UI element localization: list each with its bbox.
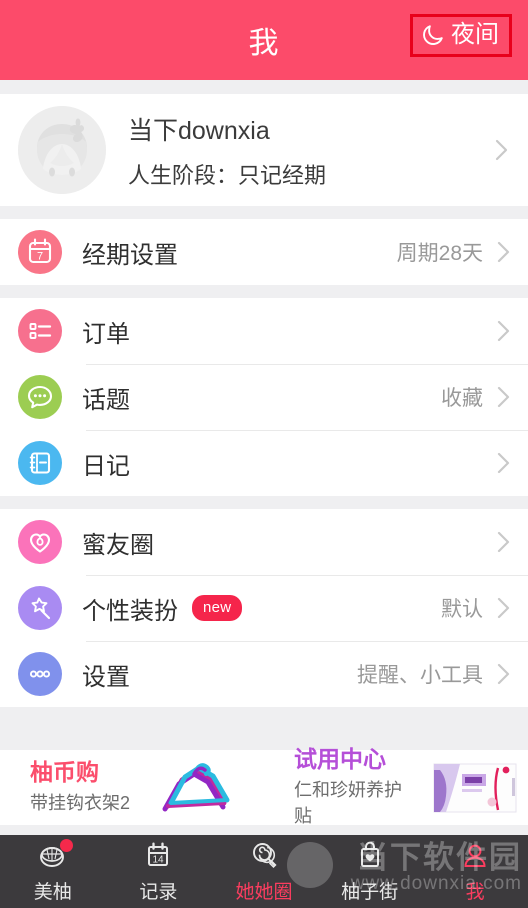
section-gap <box>0 80 528 94</box>
chevron-right-icon <box>497 452 510 474</box>
lollipop-icon <box>247 840 281 872</box>
row-label: 经期设置 <box>82 241 178 269</box>
row-friends-circle[interactable]: 蜜友圈 <box>0 509 528 575</box>
row-label: 话题 <box>82 386 130 414</box>
chevron-right-icon <box>495 139 508 161</box>
row-orders[interactable]: 订单 <box>0 298 528 364</box>
order-list-icon <box>18 309 62 353</box>
row-period-settings[interactable]: 7 经期设置 周期28天 <box>0 219 528 285</box>
row-label: 订单 <box>82 320 130 348</box>
section-gap <box>0 707 528 720</box>
tab-label: 记录 <box>139 881 178 903</box>
promo-title: 试用中心 <box>294 745 386 772</box>
night-mode-label: 夜间 <box>451 21 499 48</box>
chevron-right-icon <box>497 531 510 553</box>
svg-text:14: 14 <box>153 854 165 865</box>
promo-banner-area: 柚币购 带挂钩衣架2 试用中心 仁和珍妍养护贴 <box>0 745 528 828</box>
status-badge: new <box>192 595 243 621</box>
chevron-right-icon <box>497 386 510 408</box>
chat-bubble-icon <box>18 375 62 419</box>
promo-subtitle: 带挂钩衣架2 <box>30 793 131 814</box>
shopping-bag-icon <box>353 840 387 872</box>
row-label: 设置 <box>82 663 130 691</box>
tab-tata-circle[interactable]: 她她圈 <box>211 835 317 908</box>
promo-title: 柚币购 <box>30 758 99 785</box>
tab-label: 我 <box>465 881 485 903</box>
row-value: 默认 <box>441 598 483 621</box>
section-gap <box>0 496 528 509</box>
row-value: 提醒、小工具 <box>357 664 483 687</box>
calendar-14-icon: 14 <box>141 840 175 872</box>
promo-card-coin-shop[interactable]: 柚币购 带挂钩衣架2 <box>0 750 264 825</box>
tab-record[interactable]: 14 记录 <box>106 835 212 908</box>
row-personalization[interactable]: 个性装扮 new 默认 <box>0 575 528 641</box>
profile-text: 当下downxia 人生阶段：只记经期 <box>128 111 326 190</box>
chevron-right-icon <box>497 241 510 263</box>
magic-wand-icon <box>18 586 62 630</box>
avatar <box>18 106 106 194</box>
person-icon <box>458 840 492 872</box>
row-value: 周期28天 <box>396 242 483 265</box>
more-dots-icon <box>18 652 62 696</box>
row-topics[interactable]: 话题 收藏 <box>0 364 528 430</box>
row-label: 蜜友圈 <box>82 531 154 559</box>
content-scroll-area[interactable]: 当下downxia 人生阶段：只记经期 7 经期设置 周期28天 订单 话题 收… <box>0 80 528 835</box>
notification-dot <box>59 838 73 852</box>
profile-name: 当下downxia <box>128 116 270 145</box>
heart-icon <box>18 520 62 564</box>
tab-label: 她她圈 <box>235 881 293 903</box>
row-diary[interactable]: 日记 <box>0 430 528 496</box>
tab-meiyou[interactable]: 美柚 <box>0 835 106 908</box>
moon-icon <box>421 23 445 47</box>
chevron-right-icon <box>497 663 510 685</box>
section-gap <box>0 285 528 298</box>
promo-subtitle: 仁和珍妍养护贴 <box>294 780 402 827</box>
section-gap <box>0 206 528 219</box>
settings-group-period: 7 经期设置 周期28天 <box>0 219 528 285</box>
app-header: 我 夜间 <box>0 0 528 80</box>
settings-group-content: 订单 话题 收藏 日记 <box>0 298 528 496</box>
row-label: 日记 <box>82 452 130 480</box>
product-box-image <box>420 756 528 820</box>
app-screen: 我 夜间 当下downxia 人生阶段：只记经期 7 经期设置 周期28天 订单… <box>0 0 528 908</box>
promo-card-trial-center[interactable]: 试用中心 仁和珍妍养护贴 <box>264 745 528 828</box>
promo-text: 试用中心 仁和珍妍养护贴 <box>294 745 412 828</box>
bottom-navigation: 美柚 14 记录 她她圈 柚子街 我 当下软件园 www.downxia.com <box>0 835 528 908</box>
night-mode-button[interactable]: 夜间 <box>410 14 512 57</box>
svg-text:7: 7 <box>37 251 43 263</box>
profile-subtitle: 人生阶段：只记经期 <box>128 162 327 188</box>
tab-youzi-street[interactable]: 柚子街 <box>317 835 423 908</box>
promo-text: 柚币购 带挂钩衣架2 <box>30 758 131 815</box>
chevron-right-icon <box>497 320 510 342</box>
row-value: 收藏 <box>441 387 483 410</box>
page-title: 我 <box>248 27 280 60</box>
notebook-icon <box>18 441 62 485</box>
calendar-icon: 7 <box>18 230 62 274</box>
row-label: 个性装扮 <box>82 597 178 625</box>
tab-me[interactable]: 我 <box>422 835 528 908</box>
clothes-hangers-image <box>138 756 246 820</box>
pomelo-icon <box>36 838 73 872</box>
settings-group-social: 蜜友圈 个性装扮 new 默认 设置 提醒、小工具 <box>0 509 528 707</box>
chevron-right-icon <box>497 597 510 619</box>
row-settings[interactable]: 设置 提醒、小工具 <box>0 641 528 707</box>
profile-row[interactable]: 当下downxia 人生阶段：只记经期 <box>0 94 528 206</box>
tab-label: 柚子街 <box>341 881 399 903</box>
tab-label: 美柚 <box>33 881 72 903</box>
